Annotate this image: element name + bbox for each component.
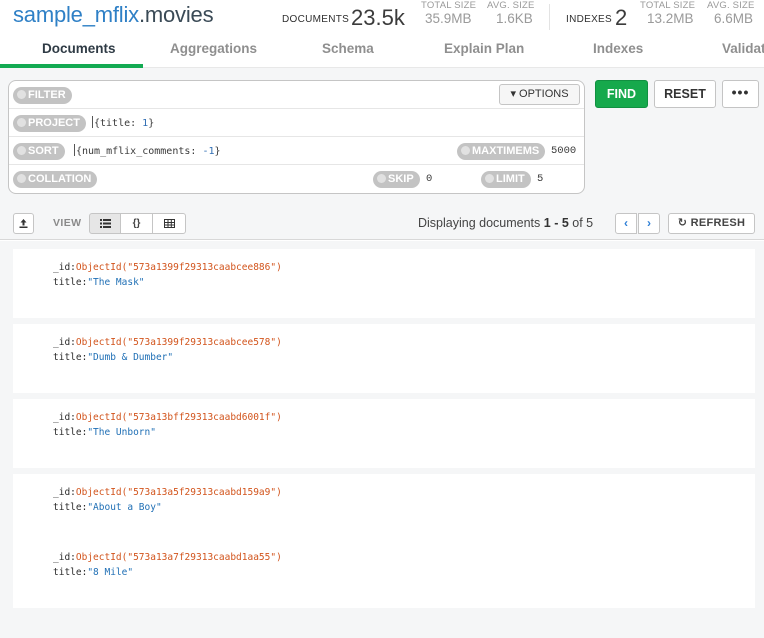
documents-toolbar: VIEW {} Displaying documents 1 - 5 of 5 … [0,208,764,240]
header-divider [549,4,550,30]
documents-label: DOCUMENTS [282,14,350,25]
sort-row[interactable]: SORT {num_mflix_comments: -1} MAXTIMEMS … [9,137,584,165]
document-card[interactable]: _id:ObjectId("573a1399f29313caabcee578")… [13,324,755,393]
skip-label: SKIP [373,171,420,188]
braces-icon: {} [132,218,141,229]
document-card[interactable]: _id:ObjectId("573a1399f29313caabcee886")… [13,249,755,318]
limit-input[interactable]: 5 [537,173,543,185]
find-button[interactable]: FIND [595,80,648,108]
sort-label: SORT [13,143,65,160]
project-label: PROJECT [13,115,86,132]
tab-indexes[interactable]: Indexes [593,41,643,56]
filter-label: FILTER [13,87,72,104]
id-field: _id:ObjectId("573a1399f29313caabcee578") [53,337,282,348]
id-field: _id:ObjectId("573a13a7f29313caabd1aa55") [53,552,282,563]
doc-total-size-label: TOTAL SIZE [421,0,477,11]
chevron-right-icon: › [647,216,651,230]
chevron-left-icon: ‹ [624,216,628,230]
indexes-count: 2 [615,5,628,30]
collation-row[interactable]: COLLATION SKIP 0 LIMIT 5 [9,165,584,193]
refresh-button[interactable]: ↻ REFRESH [668,213,755,234]
database-name[interactable]: sample_mflix [13,2,139,27]
info-icon [485,174,494,183]
title-field: title:"The Unborn" [53,427,156,438]
more-options-button[interactable]: ••• [722,80,759,108]
maxtimems-input[interactable]: 5000 [551,145,576,157]
document-list: _id:ObjectId("573a1399f29313caabcee886")… [0,241,764,638]
id-field: _id:ObjectId("573a13bff29313caabd6001f") [53,412,282,423]
id-field: _id:ObjectId("573a1399f29313caabcee886") [53,262,282,273]
table-view-button[interactable] [152,213,186,234]
title-field: title:"About a Boy" [53,502,162,513]
skip-input[interactable]: 0 [426,173,432,185]
upload-icon [19,219,28,228]
idx-avg-size-label: AVG. SIZE [707,0,755,11]
project-input[interactable]: {title: 1} [92,116,154,129]
doc-avg-size-label: AVG. SIZE [487,0,535,11]
collection-name: .movies [138,2,214,27]
info-icon [17,174,26,183]
query-bar: FILTER ▾ OPTIONS PROJECT {title: 1} SORT… [8,80,585,194]
filter-row[interactable]: FILTER ▾ OPTIONS [9,81,584,109]
namespace-title: sample_mflix.movies [13,2,214,28]
info-icon [17,118,26,127]
previous-page-button[interactable]: ‹ [615,213,637,234]
collection-tabs: Documents Aggregations Schema Explain Pl… [0,38,764,68]
text-cursor [92,116,93,128]
view-label: VIEW [53,217,82,229]
reset-button[interactable]: RESET [654,80,716,108]
document-card[interactable]: _id:ObjectId("573a13a7f29313caabd1aa55")… [13,539,755,608]
next-page-button[interactable]: › [638,213,660,234]
collation-label: COLLATION [13,171,98,188]
json-view-button[interactable]: {} [120,213,153,234]
collection-header: sample_mflix.movies DOCUMENTS 23.5k TOTA… [0,0,764,38]
project-row[interactable]: PROJECT {title: 1} [9,109,584,137]
title-field: title:"8 Mile" [53,567,134,578]
tab-schema[interactable]: Schema [322,41,374,56]
info-icon [461,146,470,155]
idx-total-size-label: TOTAL SIZE [640,0,696,11]
list-icon [99,219,111,228]
info-icon [377,174,386,183]
document-card[interactable]: _id:ObjectId("573a13bff29313caabd6001f")… [13,399,755,468]
sort-input[interactable]: {num_mflix_comments: -1} [74,144,221,157]
info-icon [17,146,26,155]
maxtimems-label: MAXTIMEMS [457,143,546,160]
tab-explain-plan[interactable]: Explain Plan [444,41,524,56]
pagination-summary: Displaying documents 1 - 5 of 5 [418,216,594,230]
text-cursor [74,144,75,156]
document-card[interactable]: _id:ObjectId("573a13a5f29313caabd159a9")… [13,474,755,543]
tab-aggregations[interactable]: Aggregations [170,41,257,56]
refresh-icon: ↻ [677,217,688,229]
title-field: title:"Dumb & Dumber" [53,352,174,363]
table-icon [163,219,175,228]
idx-avg-size: 6.6MB [714,11,754,26]
tab-documents[interactable]: Documents [42,41,116,56]
documents-count: 23.5k [351,5,405,30]
limit-label: LIMIT [481,171,531,188]
idx-total-size: 13.2MB [647,11,694,26]
id-field: _id:ObjectId("573a13a5f29313caabd159a9") [53,487,282,498]
list-view-button[interactable] [89,213,121,234]
indexes-label: INDEXES [566,14,613,25]
doc-avg-size: 1.6KB [496,11,533,26]
tab-validation[interactable]: Validat [722,41,764,56]
info-icon [17,90,26,99]
export-button[interactable] [13,213,34,234]
doc-total-size: 35.9MB [425,11,472,26]
title-field: title:"The Mask" [53,277,145,288]
options-button[interactable]: ▾ OPTIONS [499,84,580,105]
